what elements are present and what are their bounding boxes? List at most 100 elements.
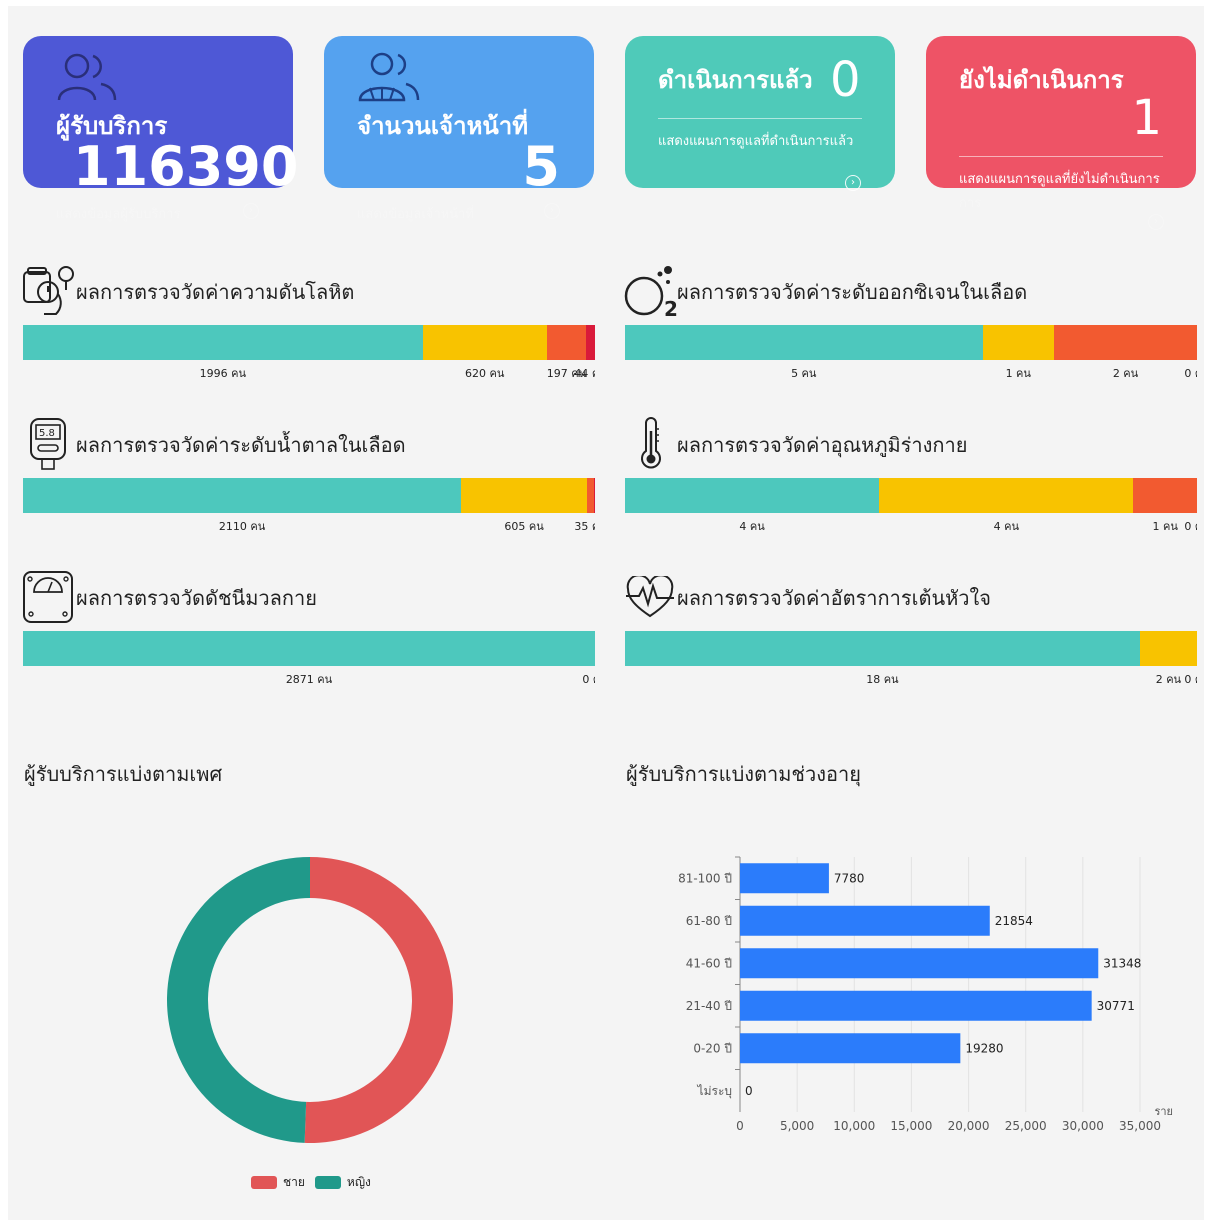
y-category-label: ไม่ระบุ: [697, 1084, 732, 1099]
bar-segment[interactable]: [586, 325, 595, 360]
bar-value-label: 44 คน: [574, 367, 595, 380]
x-tick-label: 10,000: [833, 1119, 875, 1133]
bar-segment[interactable]: [1054, 325, 1197, 360]
card-done[interactable]: ดำเนินการแล้ว 0 แสดงแผนการดูแลที่ดำเนินก…: [625, 36, 895, 191]
heart-rate-bar[interactable]: [625, 631, 1197, 666]
donut-slice-female[interactable]: [166, 857, 310, 1143]
staff-count: 5: [522, 135, 560, 198]
bar-segment[interactable]: [23, 478, 462, 513]
done-count: 0: [830, 52, 861, 108]
legend-swatch-female[interactable]: [314, 1176, 341, 1189]
bar-segment[interactable]: [982, 325, 1054, 360]
gender-donut-chart[interactable]: [160, 850, 460, 1150]
age-bar-chart[interactable]: 0 5,000 10,000 15,000 20,000 25,000 30,000 35,0…: [625, 845, 1200, 1145]
chevron-right-icon[interactable]: ›: [243, 203, 259, 219]
bar-value-label: 30771: [1097, 999, 1135, 1013]
age-bar[interactable]: [740, 863, 829, 894]
bmi-bar[interactable]: [23, 631, 595, 666]
bar-segment[interactable]: [586, 478, 595, 513]
chevron-right-icon[interactable]: ›: [544, 203, 560, 219]
y-category-label: 41-60 ปี: [686, 956, 732, 970]
bar-value-label: 35 คน: [574, 520, 595, 533]
gender-chart-title: ผู้รับบริการแบ่งตามเพศ: [24, 762, 223, 786]
bar-value-label: 7780: [834, 871, 865, 885]
bar-value-label: 620 คน: [464, 367, 505, 380]
x-tick-label: 30,000: [1062, 1119, 1104, 1133]
donut-slice-male[interactable]: [304, 857, 453, 1143]
bar-value-label: 605 คน: [504, 520, 544, 533]
thermometer-icon: [641, 417, 661, 469]
bar-value-label: 19280: [965, 1041, 1003, 1055]
x-tick-label: 25,000: [1005, 1119, 1047, 1133]
bar-segment[interactable]: [23, 325, 423, 360]
bar-segment[interactable]: [625, 325, 983, 360]
temperature-title: ผลการตรวจวัดค่าอุณหภูมิร่างกาย: [677, 433, 968, 457]
age-bar[interactable]: [740, 905, 990, 936]
card-title: ยังไม่ดำเนินการ: [959, 66, 1124, 94]
bar-segment[interactable]: [625, 631, 1140, 666]
card-link[interactable]: แสดงข้อมูลผู้รับบริการ: [56, 203, 181, 224]
bar-segment[interactable]: [594, 478, 595, 513]
bar-value-label: 4 คน: [739, 520, 765, 533]
chevron-right-icon[interactable]: ›: [845, 175, 861, 191]
x-tick-label: 0: [736, 1119, 744, 1133]
legend-label-male[interactable]: ชาย: [283, 1173, 305, 1192]
bar-value-label: 1 คน: [1005, 367, 1031, 380]
users-icon: [57, 53, 117, 101]
svg-text:2: 2: [664, 297, 678, 318]
bar-segment[interactable]: [879, 478, 1134, 513]
bar-segment[interactable]: [422, 325, 547, 360]
divider: [658, 118, 862, 119]
blood-pressure-bar[interactable]: [23, 325, 595, 360]
bar-segment[interactable]: [23, 631, 595, 666]
oxygen-bar[interactable]: [625, 325, 1197, 360]
bar-value-label: 1 คน: [1152, 520, 1178, 533]
bar-segment[interactable]: [546, 325, 587, 360]
oxygen-icon: 2: [624, 266, 678, 318]
x-axis-unit: ราย: [1154, 1105, 1173, 1118]
bar-value-label: 0 คน: [1184, 520, 1197, 533]
blood-pressure-labels: 1996 คน620 คน197 คน44 คน: [23, 364, 595, 380]
svg-text:5.8: 5.8: [39, 428, 55, 439]
legend-label-female[interactable]: หญิง: [347, 1173, 371, 1192]
client-count: 116390: [73, 135, 299, 198]
heart-rate-labels: 18 คน 2 คน0 คน: [625, 670, 1197, 686]
y-category-label: 0-20 ปี: [693, 1041, 732, 1055]
y-category-label: 81-100 ปี: [678, 871, 732, 885]
temperature-bar[interactable]: [625, 478, 1197, 513]
age-bar[interactable]: [740, 948, 1099, 979]
bar-segment[interactable]: [1133, 478, 1197, 513]
x-tick-label: 35,000: [1119, 1119, 1161, 1133]
glucose-labels: 2110 คน 605 คน 35 คน: [23, 517, 595, 533]
bar-value-label: 0 คน: [582, 673, 595, 686]
chevron-right-icon[interactable]: ›: [1148, 214, 1164, 230]
glucose-bar[interactable]: [23, 478, 595, 513]
age-chart-title: ผู้รับบริการแบ่งตามช่วงอายุ: [626, 762, 861, 786]
card-staff[interactable]: จำนวนเจ้าหน้าที่ 5 แสดงข้อมูลเจ้าหน้าที่…: [324, 36, 594, 222]
bar-value-label: 5 คน: [791, 367, 817, 380]
x-tick-label: 20,000: [948, 1119, 990, 1133]
bar-segment[interactable]: [625, 478, 880, 513]
bar-segment[interactable]: [461, 478, 587, 513]
bar-value-label: 2 คน: [1155, 673, 1182, 686]
age-bar[interactable]: [740, 990, 1092, 1021]
age-bar[interactable]: [740, 1033, 961, 1064]
glucose-meter-icon: 5.8: [30, 418, 66, 470]
bar-value-label: 1996 คน: [199, 367, 246, 380]
bar-value-label: 2110 คน: [218, 520, 266, 533]
x-tick-label: 15,000: [890, 1119, 932, 1133]
oxygen-title: ผลการตรวจวัดค่าระดับออกซิเจนในเลือด: [677, 280, 1028, 304]
card-link[interactable]: แสดงแผนการดูแลที่ดำเนินการแล้ว: [658, 131, 863, 152]
card-clients[interactable]: ผู้รับบริการ 116390 แสดงข้อมูลผู้รับบริก…: [23, 36, 298, 222]
temperature-labels: 4 คน 4 คน 1 คน 0 คน: [625, 517, 1197, 533]
bar-segment[interactable]: [1139, 631, 1197, 666]
card-title: ดำเนินการแล้ว: [658, 66, 813, 94]
bar-value-label: 2 คน: [1112, 367, 1139, 380]
legend-swatch-male[interactable]: [251, 1176, 277, 1189]
card-link[interactable]: แสดงข้อมูลเจ้าหน้าที่: [357, 203, 474, 224]
bar-value-label: 0 คน: [1184, 673, 1197, 686]
card-pending[interactable]: ยังไม่ดำเนินการ 1 แสดงแผนการดูแลที่ยังไม…: [926, 36, 1196, 230]
bar-value-label: 2871 คน: [285, 673, 333, 686]
divider: [959, 156, 1163, 157]
card-link[interactable]: แสดงแผนการดูแลที่ยังไม่ดำเนินการ: [959, 169, 1169, 190]
